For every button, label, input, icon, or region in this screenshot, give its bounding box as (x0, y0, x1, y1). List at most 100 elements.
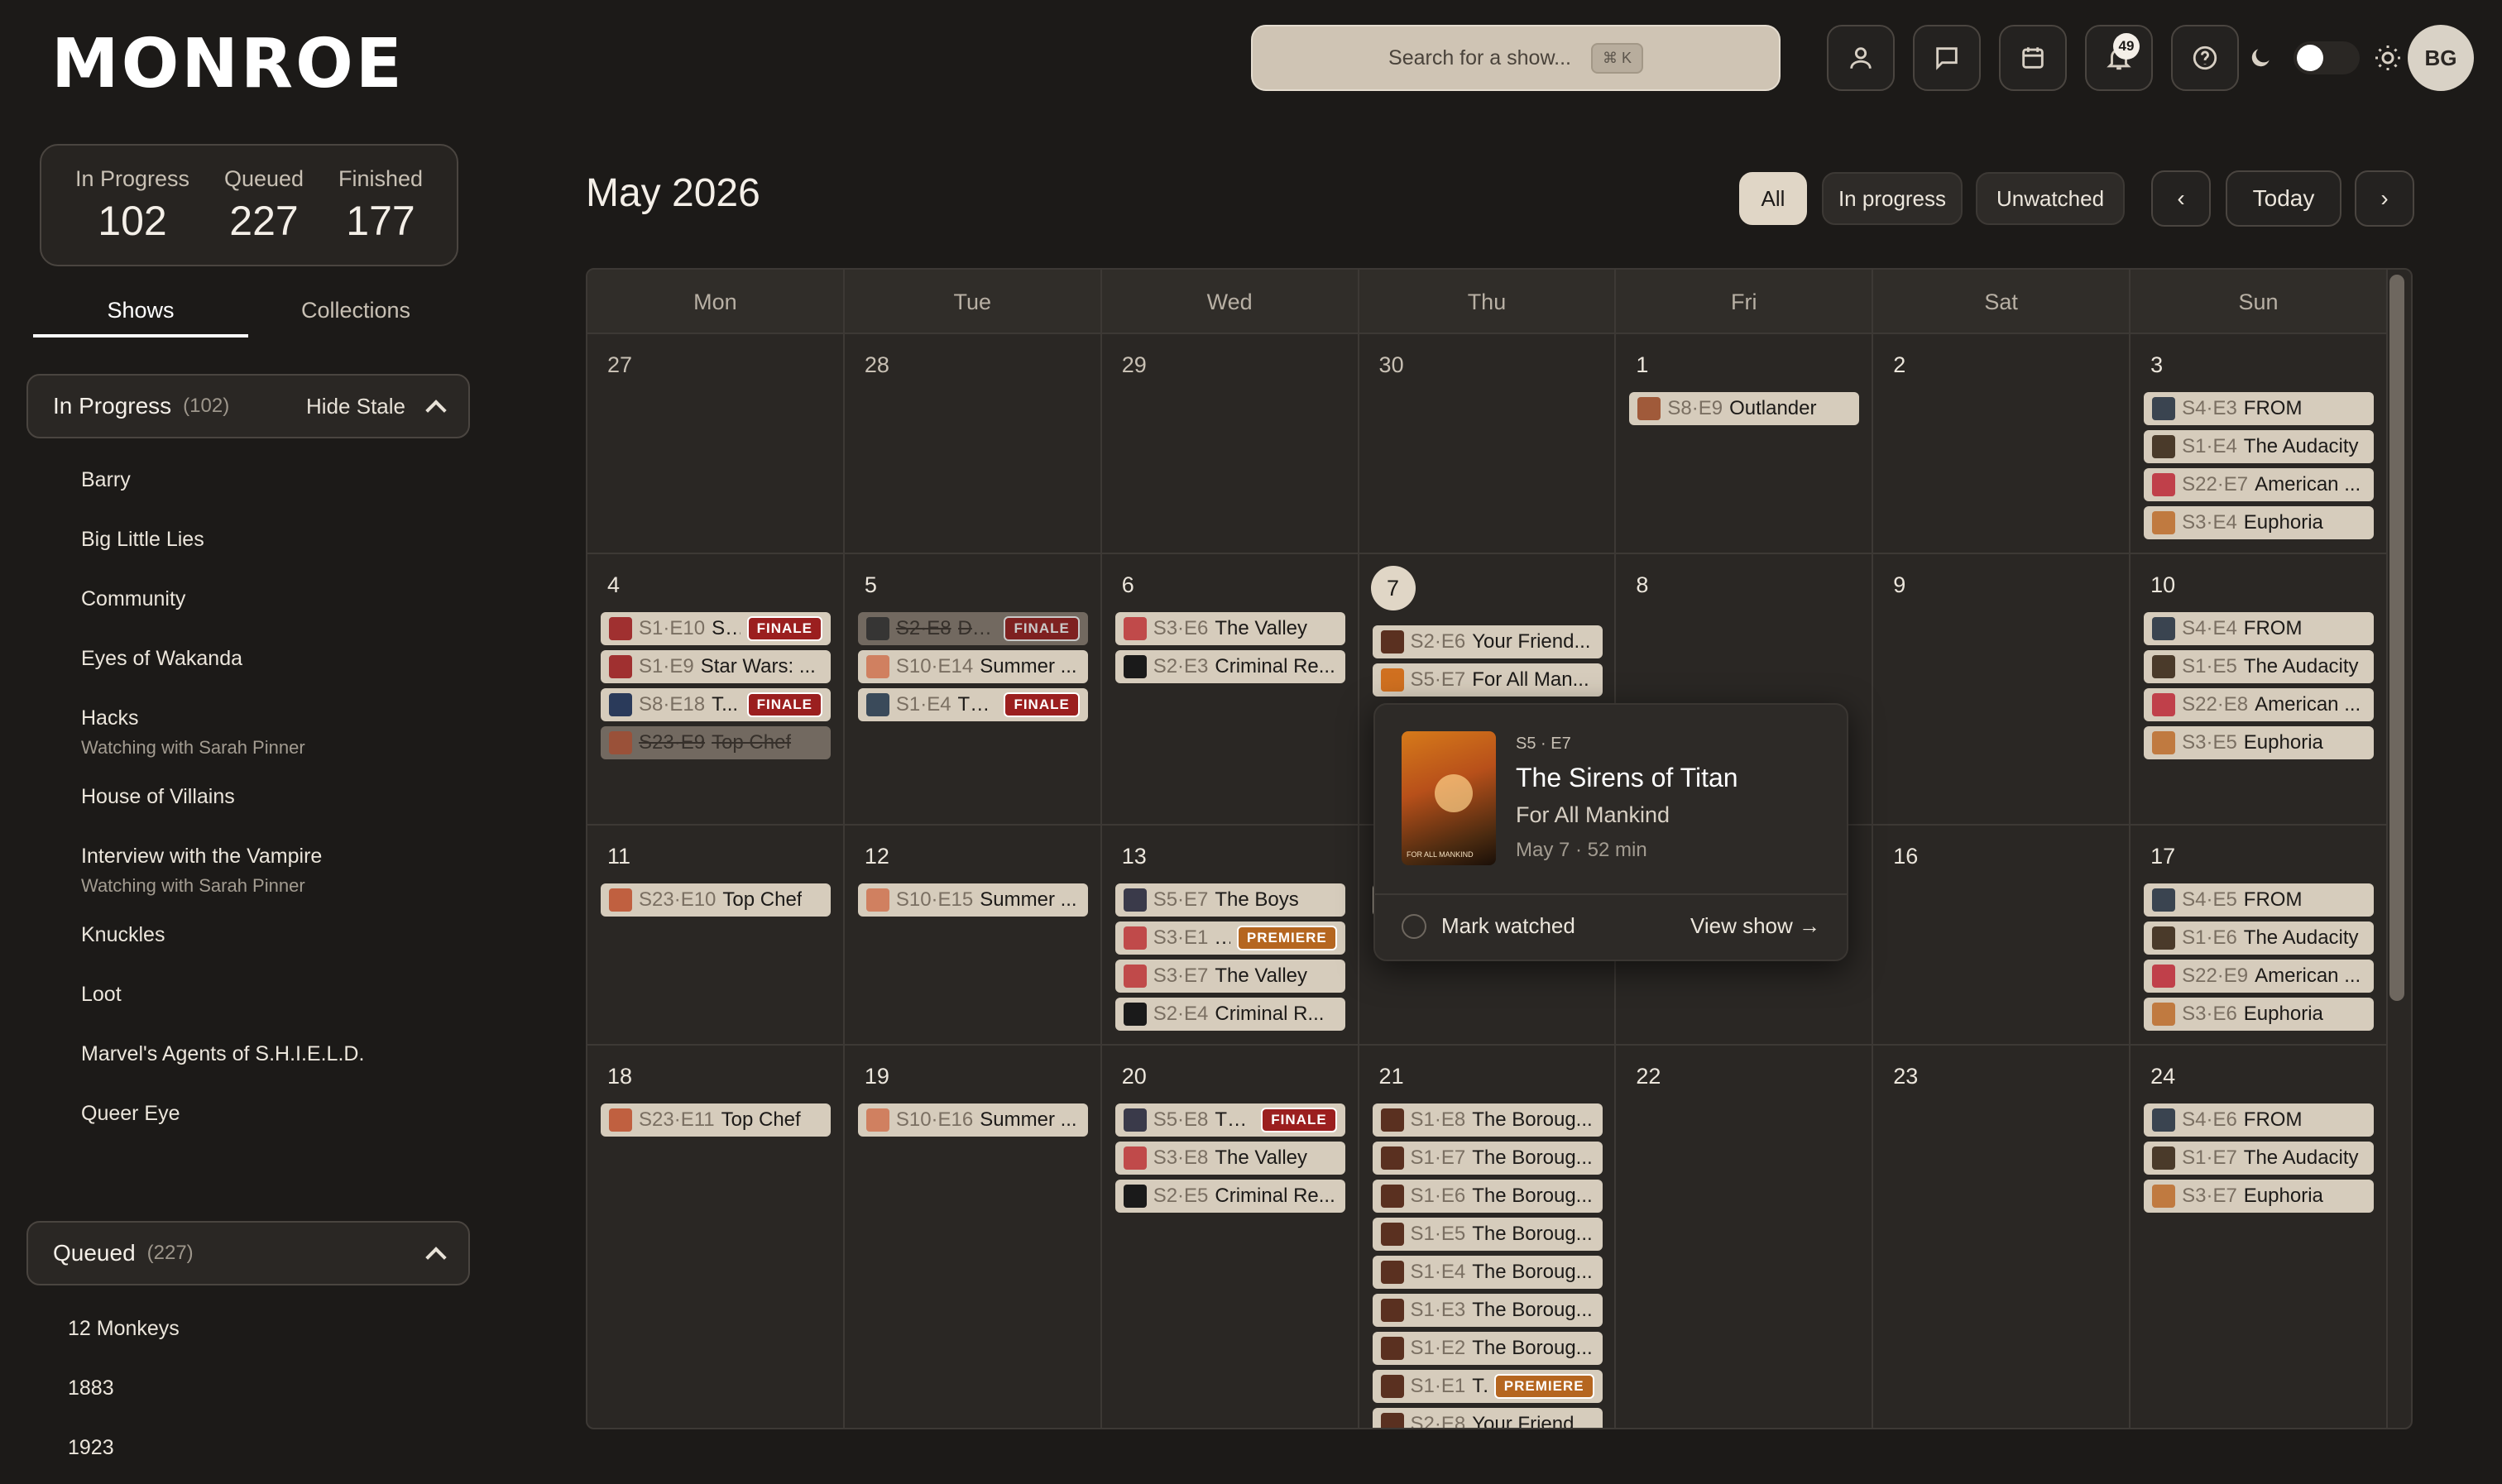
prev-month-button[interactable]: ‹ (2151, 170, 2211, 227)
queued-header[interactable]: Queued (227) (26, 1221, 470, 1285)
episode-chip[interactable]: S1·E5 The Audacity (2144, 650, 2375, 683)
episode-chip[interactable]: S3·E7 Euphoria (2144, 1180, 2375, 1213)
episode-chip[interactable]: S1·E4 The Audacity (2144, 430, 2375, 463)
episode-chip[interactable]: S3·E5 Euphoria (2144, 726, 2375, 759)
help-button[interactable] (2171, 25, 2239, 91)
episode-chip[interactable]: S8·E9 Outlander (1629, 392, 1860, 425)
calendar-day[interactable]: 6 S3·E6 The Valley S2·E3 Criminal Re... (1101, 553, 1359, 824)
calendar-day[interactable]: 29 (1101, 333, 1359, 553)
sidebar-show-item[interactable]: 1883 (68, 1376, 114, 1400)
calendar-day[interactable]: 18 S23·E11 Top Chef (587, 1044, 845, 1428)
episode-chip[interactable]: S22·E9 American ... (2144, 960, 2375, 993)
episode-chip[interactable]: S5·E7 The Boys (1114, 883, 1345, 917)
sidebar-show-item[interactable]: Big Little Lies (81, 528, 204, 552)
episode-chip[interactable]: S1·E7 The Audacity (2144, 1142, 2375, 1175)
episode-chip[interactable]: S3·E1... PREMIERE (1114, 922, 1345, 955)
episode-chip[interactable]: S1·E3 The Boroug... (1372, 1294, 1603, 1327)
episode-chip[interactable]: S3·E6 The Valley (1114, 612, 1345, 645)
sidebar-show-item[interactable]: Community (81, 587, 185, 611)
notifications-button[interactable]: 49 (2085, 25, 2153, 91)
episode-chip[interactable]: S3·E4 Euphoria (2144, 506, 2375, 539)
calendar-day[interactable]: 20 S5·E8 Th... FINALE S3·E8 The Valley S2·E5 Cr… (1101, 1044, 1359, 1428)
sidebar-show-item[interactable]: Loot (81, 983, 122, 1007)
episode-chip[interactable]: S1·E1 T... PREMIERE (1372, 1370, 1603, 1403)
calendar-day[interactable]: 27 (587, 333, 845, 553)
episode-chip[interactable]: S10·E14 Summer ... (857, 650, 1088, 683)
sidebar-show-item[interactable]: Queer Eye (81, 1102, 180, 1126)
episode-chip[interactable]: S23·E11 Top Chef (601, 1103, 831, 1137)
sidebar-show-item[interactable]: 1923 (68, 1436, 114, 1460)
sidebar-show-item[interactable]: Marvel's Agents of S.H.I.E.L.D. (81, 1042, 364, 1066)
episode-chip[interactable]: S1·E9 Star Wars: ... (601, 650, 831, 683)
calendar-day[interactable]: 11 S23·E10 Top Chef (587, 824, 845, 1044)
app-logo[interactable]: MONROE (51, 25, 405, 103)
episode-chip[interactable]: S1·E4 The Boroug... (1372, 1256, 1603, 1289)
episode-chip[interactable]: S23·E10 Top Chef (601, 883, 831, 917)
calendar-day[interactable]: 23 (1873, 1044, 2131, 1428)
episode-chip[interactable]: S2·E8 Your Friend... (1372, 1408, 1603, 1428)
sidebar-show-item[interactable]: 12 Monkeys (68, 1317, 180, 1341)
sidebar-show-item[interactable]: Hacks Watching with Sarah Pinner (81, 706, 305, 759)
calendar-day[interactable]: 1 S8·E9 Outlander (1616, 333, 1874, 553)
messages-button[interactable] (1913, 25, 1981, 91)
episode-chip[interactable]: S1·E2 The Boroug... (1372, 1332, 1603, 1365)
calendar-day[interactable]: 5 S2·E8 Da... FINALE S10·E14 Summer ... S1·E4 T… (844, 553, 1102, 824)
chevron-up-icon[interactable] (425, 400, 447, 421)
calendar-day[interactable]: 24 S4·E6 FROM S1·E7 The Audacity S3·E7 Euphori… (2131, 1044, 2388, 1428)
mark-watched-button[interactable]: Mark watched (1402, 913, 1575, 939)
calendar-day[interactable]: 2 (1873, 333, 2131, 553)
calendar-scrollbar[interactable] (2389, 275, 2404, 1001)
episode-chip[interactable]: S8·E18 T... FINALE (601, 688, 831, 721)
episode-chip[interactable]: S1·E7 The Boroug... (1372, 1142, 1603, 1175)
calendar-day[interactable]: 22 (1616, 1044, 1874, 1428)
episode-chip[interactable]: S4·E5 FROM (2144, 883, 2375, 917)
episode-chip[interactable]: S3·E7 The Valley (1114, 960, 1345, 993)
episode-chip[interactable]: S22·E8 American ... (2144, 688, 2375, 721)
calendar-day[interactable]: 10 S4·E4 FROM S1·E5 The Audacity S22·E8 Americ… (2131, 553, 2388, 824)
calendar-day[interactable]: 4S1·E10St...FINALES1·E9Star Wars: ...S8·… (587, 553, 845, 824)
calendar-day[interactable]: 12 S10·E15 Summer ... (844, 824, 1102, 1044)
calendar-day[interactable]: 17 S4·E5 FROM S1·E6 The Audacity S22·E9 Americ… (2131, 824, 2388, 1044)
calendar-day[interactable]: 28 (844, 333, 1102, 553)
profile-button[interactable] (1827, 25, 1895, 91)
episode-chip[interactable]: S4·E6 FROM (2144, 1103, 2375, 1137)
episode-chip[interactable]: S2·E3 Criminal Re... (1114, 650, 1345, 683)
episode-chip[interactable]: S2·E4 Criminal R... (1114, 998, 1345, 1031)
next-month-button[interactable]: › (2355, 170, 2414, 227)
episode-chip[interactable]: S3·E6 Euphoria (2144, 998, 2375, 1031)
episode-chip[interactable]: S4·E4 FROM (2144, 612, 2375, 645)
chevron-up-icon[interactable] (425, 1247, 447, 1268)
episode-chip[interactable]: S2·E5 Criminal Re... (1114, 1180, 1345, 1213)
calendar-day[interactable]: 30 (1359, 333, 1617, 553)
theme-toggle[interactable] (2294, 41, 2360, 74)
filter-in-progress[interactable]: In progress (1822, 172, 1963, 225)
episode-chip[interactable]: S1·E5 The Boroug... (1372, 1218, 1603, 1251)
search-input[interactable]: Search for a show... ⌘ K (1251, 25, 1781, 91)
episode-chip[interactable]: S1·E8 The Boroug... (1372, 1103, 1603, 1137)
view-show-link[interactable]: View show → (1690, 913, 1820, 939)
episode-chip[interactable]: S1·E4 The... FINALE (857, 688, 1088, 721)
tab-collections[interactable]: Collections (248, 291, 463, 337)
filter-unwatched[interactable]: Unwatched (1976, 172, 2125, 225)
episode-chip[interactable]: S1·E10 St...FINALE (601, 612, 831, 645)
episode-chip[interactable]: S10·E15 Summer ... (857, 883, 1088, 917)
avatar[interactable]: BG (2408, 25, 2474, 91)
theme-switch[interactable] (2247, 38, 2404, 78)
sidebar-show-item[interactable]: House of Villains (81, 785, 235, 809)
episode-chip[interactable]: S2·E8 Da... FINALE (857, 612, 1088, 645)
calendar-day[interactable]: 19 S10·E16 Summer ... (844, 1044, 1102, 1428)
episode-chip[interactable]: S23·E9 Top Chef (601, 726, 831, 759)
today-button[interactable]: Today (2226, 170, 2341, 227)
calendar-day[interactable]: 3 S4·E3 FROM S1·E4 The Audacity S22·E7 America… (2131, 333, 2388, 553)
episode-chip[interactable]: S1·E6 The Audacity (2144, 922, 2375, 955)
sidebar-show-item[interactable]: Barry (81, 468, 131, 492)
episode-chip[interactable]: S22·E7 American ... (2144, 468, 2375, 501)
calendar-day[interactable]: 21 S1·E8 The Boroug... S1·E7 The Boroug... S1… (1359, 1044, 1617, 1428)
calendar-day[interactable]: 16 (1873, 824, 2131, 1044)
calendar-button[interactable] (1999, 25, 2067, 91)
episode-chip[interactable]: S5·E7 For All Man... (1372, 663, 1603, 697)
sidebar-show-item[interactable]: Eyes of Wakanda (81, 647, 242, 671)
filter-all[interactable]: All (1739, 172, 1807, 225)
hide-stale-button[interactable]: Hide Stale (306, 394, 405, 419)
episode-chip[interactable]: S5·E8 Th... FINALE (1114, 1103, 1345, 1137)
